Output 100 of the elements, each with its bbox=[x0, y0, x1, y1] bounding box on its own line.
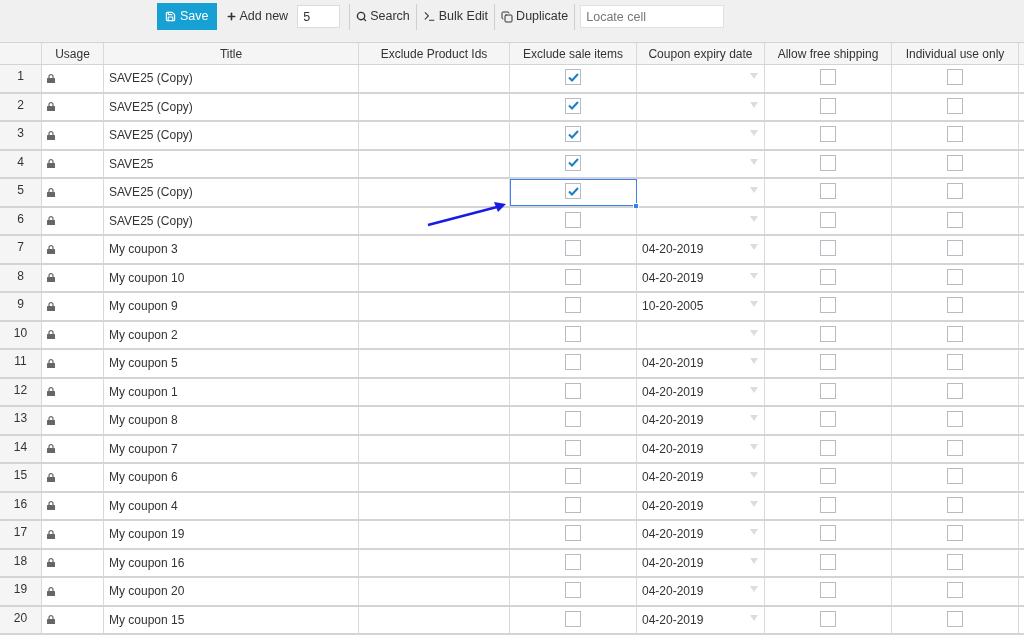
checkbox[interactable] bbox=[565, 325, 581, 342]
checkbox[interactable] bbox=[947, 468, 963, 484]
lock-icon bbox=[47, 102, 55, 112]
checkbox[interactable] bbox=[565, 240, 581, 256]
checkbox[interactable] bbox=[820, 183, 836, 199]
terminal-icon bbox=[422, 10, 436, 23]
checkbox[interactable] bbox=[565, 268, 581, 285]
lock-icon bbox=[47, 244, 55, 254]
dropdown-caret-icon bbox=[750, 329, 758, 336]
checkbox[interactable] bbox=[947, 325, 963, 342]
checkbox[interactable] bbox=[947, 354, 963, 370]
table-cell-text: SAVE25 (Copy) bbox=[109, 184, 193, 202]
checkbox[interactable] bbox=[565, 154, 581, 171]
checkbox[interactable] bbox=[565, 126, 581, 142]
lock-icon bbox=[47, 187, 55, 197]
checkbox[interactable] bbox=[947, 126, 963, 142]
table-cell-text: My coupon 2 bbox=[109, 326, 178, 344]
check-icon bbox=[567, 101, 579, 110]
table-cell-text: My coupon 8 bbox=[109, 412, 178, 430]
check-icon bbox=[567, 158, 579, 167]
fill-handle[interactable] bbox=[633, 202, 639, 209]
checkbox[interactable] bbox=[947, 268, 963, 285]
checkbox[interactable] bbox=[820, 154, 836, 171]
checkbox[interactable] bbox=[947, 610, 963, 627]
checkbox[interactable] bbox=[820, 325, 836, 342]
count-input[interactable]: 5 bbox=[297, 5, 341, 28]
checkbox[interactable] bbox=[820, 97, 836, 114]
checkbox[interactable] bbox=[565, 382, 581, 399]
checkbox[interactable] bbox=[947, 525, 963, 541]
column-header[interactable]: Allow free shipping bbox=[777, 44, 879, 63]
checkbox[interactable] bbox=[565, 610, 581, 627]
checkbox[interactable] bbox=[820, 411, 836, 427]
row-number: 1 bbox=[17, 70, 24, 82]
checkbox[interactable] bbox=[565, 496, 581, 513]
checkbox[interactable] bbox=[565, 553, 581, 570]
lock-icon bbox=[47, 444, 55, 454]
checkbox[interactable] bbox=[565, 297, 581, 313]
checkbox[interactable] bbox=[820, 610, 836, 627]
checkbox[interactable] bbox=[947, 582, 963, 598]
checkbox[interactable] bbox=[820, 582, 836, 598]
table-cell-text: SAVE25 (Copy) bbox=[109, 98, 193, 116]
table-cell-text: My coupon 9 bbox=[109, 298, 178, 316]
checkbox[interactable] bbox=[947, 240, 963, 256]
table-cell-text: My coupon 5 bbox=[109, 355, 178, 373]
checkbox[interactable] bbox=[947, 297, 963, 313]
checkbox[interactable] bbox=[565, 354, 581, 370]
checkbox[interactable] bbox=[947, 211, 963, 228]
lock-icon bbox=[47, 387, 55, 397]
dropdown-caret-icon bbox=[750, 187, 758, 193]
checkbox[interactable] bbox=[820, 354, 836, 370]
checkbox[interactable] bbox=[820, 240, 836, 256]
checkbox[interactable] bbox=[565, 582, 581, 598]
search-button[interactable]: Search bbox=[356, 4, 410, 29]
checkbox[interactable] bbox=[565, 183, 581, 199]
checkbox[interactable] bbox=[947, 183, 963, 199]
dropdown-caret-icon bbox=[750, 358, 758, 364]
checkbox[interactable] bbox=[820, 553, 836, 570]
checkbox[interactable] bbox=[947, 411, 963, 427]
lock-icon bbox=[47, 159, 55, 169]
checkbox[interactable] bbox=[565, 69, 581, 85]
lock-icon bbox=[47, 216, 55, 226]
lock-icon bbox=[47, 130, 55, 140]
checkbox[interactable] bbox=[820, 382, 836, 399]
duplicate-button[interactable]: Duplicate bbox=[501, 4, 569, 29]
checkbox[interactable] bbox=[947, 439, 963, 456]
checkbox[interactable] bbox=[947, 69, 963, 85]
table-cell-text: My coupon 4 bbox=[109, 497, 178, 515]
column-header[interactable]: Exclude Product Ids bbox=[380, 44, 488, 63]
checkbox[interactable] bbox=[565, 468, 581, 484]
column-header[interactable]: Title bbox=[219, 44, 243, 63]
checkbox[interactable] bbox=[947, 382, 963, 399]
checkbox[interactable] bbox=[565, 411, 581, 427]
dropdown-caret-icon bbox=[750, 301, 758, 307]
bulk-edit-button[interactable]: Bulk Edit bbox=[422, 4, 489, 29]
checkbox[interactable] bbox=[820, 496, 836, 513]
checkbox[interactable] bbox=[820, 439, 836, 456]
checkbox[interactable] bbox=[820, 525, 836, 541]
checkbox[interactable] bbox=[820, 468, 836, 484]
checkbox[interactable] bbox=[947, 553, 963, 570]
column-header[interactable]: Exclude sale items bbox=[522, 44, 623, 63]
column-header[interactable]: Coupon expiry date bbox=[648, 44, 753, 63]
column-header[interactable]: Individual use only bbox=[905, 44, 1005, 63]
checkbox[interactable] bbox=[565, 97, 581, 114]
checkbox[interactable] bbox=[565, 439, 581, 456]
checkbox[interactable] bbox=[947, 496, 963, 513]
lock-icon bbox=[47, 330, 55, 340]
search-icon bbox=[356, 11, 368, 22]
add-new-button[interactable]: Add new bbox=[225, 4, 289, 29]
checkbox[interactable] bbox=[820, 211, 836, 228]
dropdown-caret-icon bbox=[750, 500, 758, 507]
checkbox[interactable] bbox=[820, 297, 836, 313]
checkbox[interactable] bbox=[947, 97, 963, 114]
checkbox[interactable] bbox=[565, 525, 581, 541]
checkbox[interactable] bbox=[820, 126, 836, 142]
locate-cell-input[interactable]: Locate cell bbox=[580, 5, 725, 28]
checkbox[interactable] bbox=[947, 154, 963, 171]
column-header[interactable]: Usage bbox=[55, 44, 90, 63]
checkbox[interactable] bbox=[565, 211, 581, 228]
checkbox[interactable] bbox=[820, 268, 836, 285]
checkbox[interactable] bbox=[820, 69, 836, 85]
